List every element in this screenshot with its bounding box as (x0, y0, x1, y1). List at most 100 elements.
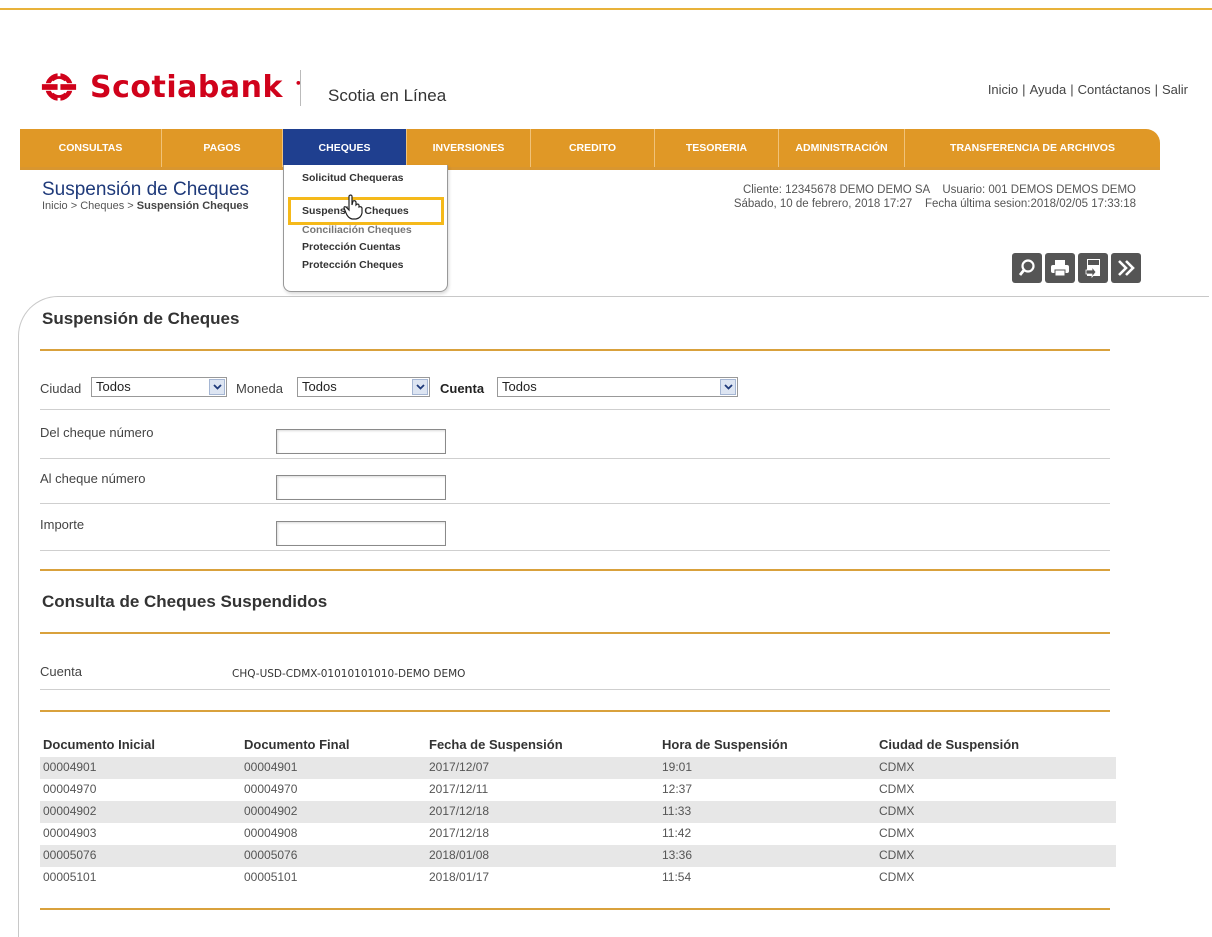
next-icon (1118, 260, 1135, 276)
cell-documento-final: 00005101 (244, 870, 298, 884)
section-divider (40, 569, 1110, 571)
cuenta-label: Cuenta (440, 381, 485, 396)
separator: | (1070, 82, 1074, 97)
col-fecha-suspension: Fecha de Suspensión (429, 737, 563, 752)
menu-conciliacion-cheques[interactable]: Conciliación Cheques (302, 224, 412, 236)
table-row: 00004903 00004908 2017/12/18 11:42 CDMX (40, 823, 1116, 845)
moneda-label: Moneda (236, 381, 283, 396)
moneda-select[interactable]: Todos (297, 377, 430, 397)
cell-documento-final: 00004908 (244, 826, 298, 840)
cell-hora: 11:54 (662, 870, 692, 884)
cell-fecha: 2017/12/07 (429, 760, 490, 774)
registered-mark: • (294, 76, 303, 90)
chevron-down-icon (720, 379, 736, 395)
cell-documento-inicial: 00004970 (43, 782, 97, 796)
del-cheque-label: Del cheque número (40, 425, 154, 440)
scotiabank-logo[interactable]: Scotiabank • (40, 68, 302, 106)
table-row: 00005101 00005101 2018/01/17 11:54 CDMX (40, 867, 1116, 889)
table-header: Documento Inicial Documento Final Fecha … (0, 737, 1212, 755)
cell-documento-inicial: 00004901 (43, 760, 97, 774)
row-divider (40, 458, 1110, 459)
col-documento-final: Documento Final (244, 737, 350, 752)
nav-inversiones[interactable]: INVERSIONES (407, 129, 531, 167)
cell-ciudad: CDMX (879, 870, 915, 884)
brand-name: Scotiabank (90, 69, 283, 105)
menu-proteccion-cheques[interactable]: Protección Cheques (302, 259, 404, 271)
col-documento-inicial: Documento Inicial (43, 737, 155, 752)
menu-solicitud-chequeras[interactable]: Solicitud Chequeras (302, 172, 404, 184)
menu-proteccion-cuentas[interactable]: Protección Cuentas (302, 241, 401, 253)
print-button[interactable] (1045, 253, 1075, 283)
top-links: Inicio | Ayuda | Contáctanos | Salir (988, 82, 1188, 97)
search-button[interactable] (1012, 253, 1042, 283)
main-nav: CONSULTAS PAGOS CHEQUES INVERSIONES CRED… (20, 129, 1160, 167)
al-cheque-input[interactable] (276, 475, 446, 500)
cell-fecha: 2018/01/17 (429, 870, 490, 884)
cell-fecha: 2017/12/11 (429, 782, 489, 796)
link-ayuda[interactable]: Ayuda (1030, 82, 1067, 97)
cell-fecha: 2017/12/18 (429, 826, 490, 840)
row-divider (40, 689, 1110, 690)
chevron-down-icon (209, 379, 225, 395)
cell-documento-final: 00005076 (244, 848, 298, 862)
consulta-cuenta-label: Cuenta (40, 664, 82, 679)
nav-credito[interactable]: CREDITO (531, 129, 655, 167)
cell-documento-inicial: 00005101 (43, 870, 97, 884)
nav-tesoreria[interactable]: TESORERIA (655, 129, 779, 167)
link-inicio[interactable]: Inicio (988, 82, 1018, 97)
scotiabank-logo-icon (41, 70, 77, 104)
next-button[interactable] (1111, 253, 1141, 283)
section-divider (40, 632, 1110, 634)
breadcrumb-path[interactable]: Inicio > Cheques > (42, 200, 137, 212)
section-divider (40, 908, 1110, 910)
form-section-title: Suspensión de Cheques (42, 309, 240, 328)
cell-hora: 12:37 (662, 782, 693, 796)
table-row: 00004901 00004901 2017/12/07 19:01 CDMX (40, 757, 1116, 779)
del-cheque-input[interactable] (276, 429, 446, 454)
cell-documento-final: 00004970 (244, 782, 298, 796)
importe-input[interactable] (276, 521, 446, 546)
date-last-session-info: Sábado, 10 de febrero, 2018 17:27 Fecha … (733, 198, 1136, 210)
cell-hora: 13:36 (662, 848, 693, 862)
cell-documento-inicial: 00005076 (43, 848, 97, 862)
link-salir[interactable]: Salir (1162, 82, 1188, 97)
breadcrumb-current: Suspensión Cheques (136, 200, 249, 212)
toolbar (1012, 253, 1141, 283)
ciudad-label: Ciudad (40, 381, 82, 396)
cell-ciudad: CDMX (879, 848, 915, 862)
nav-transferencia-archivos[interactable]: TRANSFERENCIA DE ARCHIVOS (905, 129, 1160, 167)
client-user-info: Cliente: 12345678 DEMO DEMO SA Usuario: … (742, 184, 1136, 196)
cuenta-select[interactable]: Todos (497, 377, 738, 397)
print-icon (1051, 260, 1069, 277)
cell-fecha: 2018/01/08 (429, 848, 490, 862)
section-divider (40, 710, 1110, 712)
breadcrumb: Inicio > Cheques > Suspensión Cheques (42, 200, 249, 212)
cell-ciudad: CDMX (879, 826, 915, 840)
header-divider (300, 70, 301, 106)
row-divider (40, 503, 1110, 504)
al-cheque-label: Al cheque número (40, 471, 146, 486)
search-icon (1018, 259, 1035, 276)
top-accent-rule (0, 8, 1212, 10)
session-info: Cliente: 12345678 DEMO DEMO SA Usuario: … (734, 183, 1136, 211)
cell-documento-inicial: 00004903 (43, 826, 97, 840)
col-hora-suspension: Hora de Suspensión (662, 737, 788, 752)
page-title: Suspensión de Cheques (42, 179, 250, 200)
link-contactanos[interactable]: Contáctanos (1078, 82, 1151, 97)
nav-cheques[interactable]: CHEQUES (283, 129, 407, 167)
nav-administracion[interactable]: ADMINISTRACIÓN (779, 129, 905, 167)
export-txt-button[interactable] (1078, 253, 1108, 283)
separator: | (1154, 82, 1158, 97)
nav-underline (20, 167, 1160, 170)
cell-hora: 11:33 (662, 804, 692, 818)
section-divider (40, 349, 1110, 351)
hand-cursor-icon (343, 194, 363, 220)
nav-consultas[interactable]: CONSULTAS (20, 129, 162, 167)
ciudad-select[interactable]: Todos (91, 377, 227, 397)
cell-documento-final: 00004901 (244, 760, 298, 774)
nav-pagos[interactable]: PAGOS (162, 129, 283, 167)
separator: | (1022, 82, 1026, 97)
cell-ciudad: CDMX (879, 782, 915, 796)
cheques-dropdown-menu: Solicitud Chequeras Suspensión Cheques C… (283, 165, 448, 292)
table-row: 00004902 00004902 2017/12/18 11:33 CDMX (40, 801, 1116, 823)
